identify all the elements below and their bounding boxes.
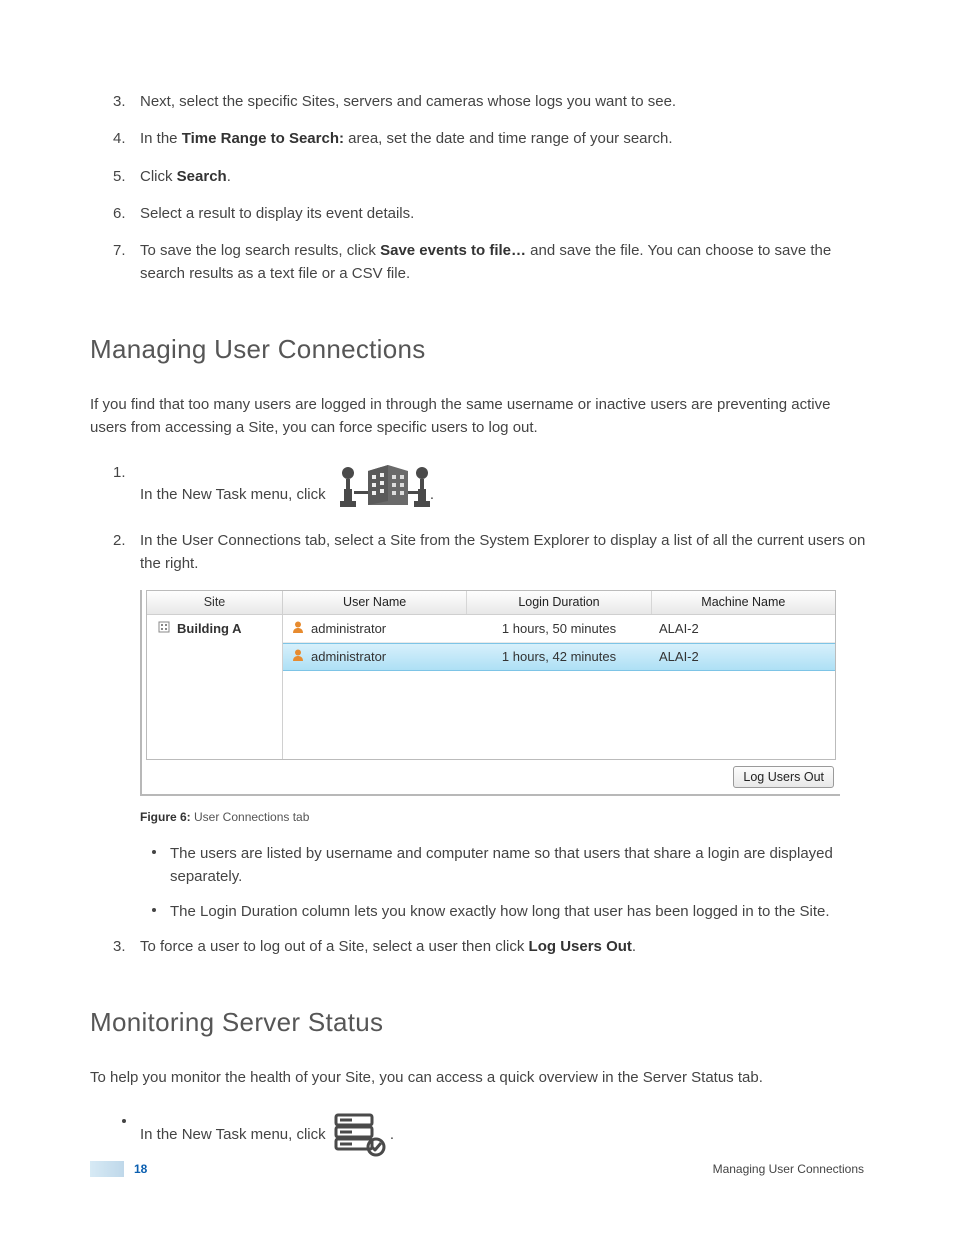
- site-column-header[interactable]: Site: [147, 591, 282, 615]
- site-column: Site Building A: [147, 591, 283, 759]
- step-item: 5. Click Search.: [140, 165, 869, 188]
- step-item: 2. In the User Connections tab, select a…: [140, 529, 869, 576]
- step-text: .: [227, 168, 231, 185]
- step-text: Next, select the specific Sites, servers…: [140, 93, 676, 110]
- step-text: In the: [140, 130, 182, 147]
- user-icon: [291, 648, 305, 665]
- list-item: In the New Task menu, click .: [140, 1111, 869, 1157]
- step-number: 3.: [113, 90, 126, 113]
- user-row-selected[interactable]: administrator 1 hours, 42 minutes ALAI-2: [283, 643, 835, 671]
- step-item: 4. In the Time Range to Search: area, se…: [140, 127, 869, 150]
- heading-monitoring-server-status: Monitoring Server Status: [90, 1007, 869, 1038]
- list-item: The users are listed by username and com…: [170, 842, 869, 889]
- step-item: 3. To force a user to log out of a Site,…: [140, 935, 869, 958]
- figure-caption-text: User Connections tab: [191, 810, 310, 824]
- figure-caption-label: Figure 6:: [140, 810, 191, 824]
- step-text: To force a user to log out of a Site, se…: [140, 938, 529, 955]
- step-number: 2.: [113, 529, 126, 552]
- step-number: 6.: [113, 202, 126, 225]
- user-connections-panel: Site Building A User Name Login Duration…: [140, 590, 840, 796]
- login-duration-cell: 1 hours, 42 minutes: [502, 649, 616, 664]
- step-text: In the New Task menu, click: [140, 1126, 330, 1143]
- step-text: .: [390, 1126, 394, 1143]
- step-text: Click: [140, 168, 177, 185]
- building-icon: [157, 620, 171, 637]
- monitor-steps-list: In the New Task menu, click .: [90, 1111, 869, 1157]
- step-number: 1.: [113, 461, 126, 484]
- figure-user-connections: Site Building A User Name Login Duration…: [140, 590, 869, 796]
- server-status-task-icon: [330, 1111, 390, 1157]
- machine-name-cell: ALAI-2: [659, 649, 699, 664]
- user-connections-table: Site Building A User Name Login Duration…: [146, 590, 836, 760]
- user-icon: [291, 620, 305, 637]
- step-item: 6. Select a result to display its event …: [140, 202, 869, 225]
- footer-tab-decoration: [90, 1161, 124, 1177]
- step-number: 7.: [113, 239, 126, 262]
- login-duration-cell: 1 hours, 50 minutes: [502, 621, 616, 636]
- figure-caption: Figure 6: User Connections tab: [140, 810, 869, 824]
- col-machine-name[interactable]: Machine Name: [652, 591, 835, 614]
- user-name-cell: administrator: [311, 621, 386, 636]
- step-item: 1. In the New Task menu, click: [140, 461, 869, 513]
- list-item: The Login Duration column lets you know …: [170, 900, 869, 923]
- step-text: In the User Connections tab, select a Si…: [140, 532, 865, 572]
- step-bold: Save events to file…: [380, 242, 526, 259]
- heading-managing-user-connections: Managing User Connections: [90, 334, 869, 365]
- site-name: Building A: [177, 621, 242, 636]
- footer-section-title: Managing User Connections: [713, 1162, 864, 1176]
- user-connections-task-icon: [330, 461, 430, 513]
- machine-name-cell: ALAI-2: [659, 621, 699, 636]
- manage-steps-list: 1. In the New Task menu, click: [90, 461, 869, 576]
- step-number: 3.: [113, 935, 126, 958]
- page-footer: 18 Managing User Connections: [0, 1161, 954, 1177]
- step-bold: Search: [177, 168, 227, 185]
- step-text: In the New Task menu, click: [140, 486, 330, 503]
- user-row[interactable]: administrator 1 hours, 50 minutes ALAI-2: [283, 615, 835, 643]
- users-column-group: User Name Login Duration Machine Name ad…: [283, 591, 835, 759]
- page-number: 18: [134, 1162, 147, 1176]
- step-bold: Log Users Out: [529, 938, 632, 955]
- paragraph-manage-intro: If you find that too many users are logg…: [90, 393, 869, 440]
- site-item[interactable]: Building A: [147, 615, 282, 642]
- step-number: 5.: [113, 165, 126, 188]
- manage-steps-list-cont: 3. To force a user to log out of a Site,…: [90, 935, 869, 958]
- paragraph-monitor-intro: To help you monitor the health of your S…: [90, 1066, 869, 1089]
- col-login-duration[interactable]: Login Duration: [467, 591, 651, 614]
- step-text: Select a result to display its event det…: [140, 205, 414, 222]
- step-text: .: [632, 938, 636, 955]
- log-users-out-button[interactable]: Log Users Out: [733, 766, 834, 788]
- step-number: 4.: [113, 127, 126, 150]
- step-text: area, set the date and time range of you…: [344, 130, 673, 147]
- step-text: .: [430, 486, 434, 503]
- step-item: 7. To save the log search results, click…: [140, 239, 869, 286]
- users-header-row: User Name Login Duration Machine Name: [283, 591, 835, 615]
- step-text: To save the log search results, click: [140, 242, 380, 259]
- col-user-name[interactable]: User Name: [283, 591, 467, 614]
- panel-footer: Log Users Out: [142, 760, 840, 794]
- step-item: 3. Next, select the specific Sites, serv…: [140, 90, 869, 113]
- top-steps-list: 3. Next, select the specific Sites, serv…: [90, 90, 869, 286]
- user-name-cell: administrator: [311, 649, 386, 664]
- manage-notes-list: The users are listed by username and com…: [90, 842, 869, 924]
- step-bold: Time Range to Search:: [182, 130, 344, 147]
